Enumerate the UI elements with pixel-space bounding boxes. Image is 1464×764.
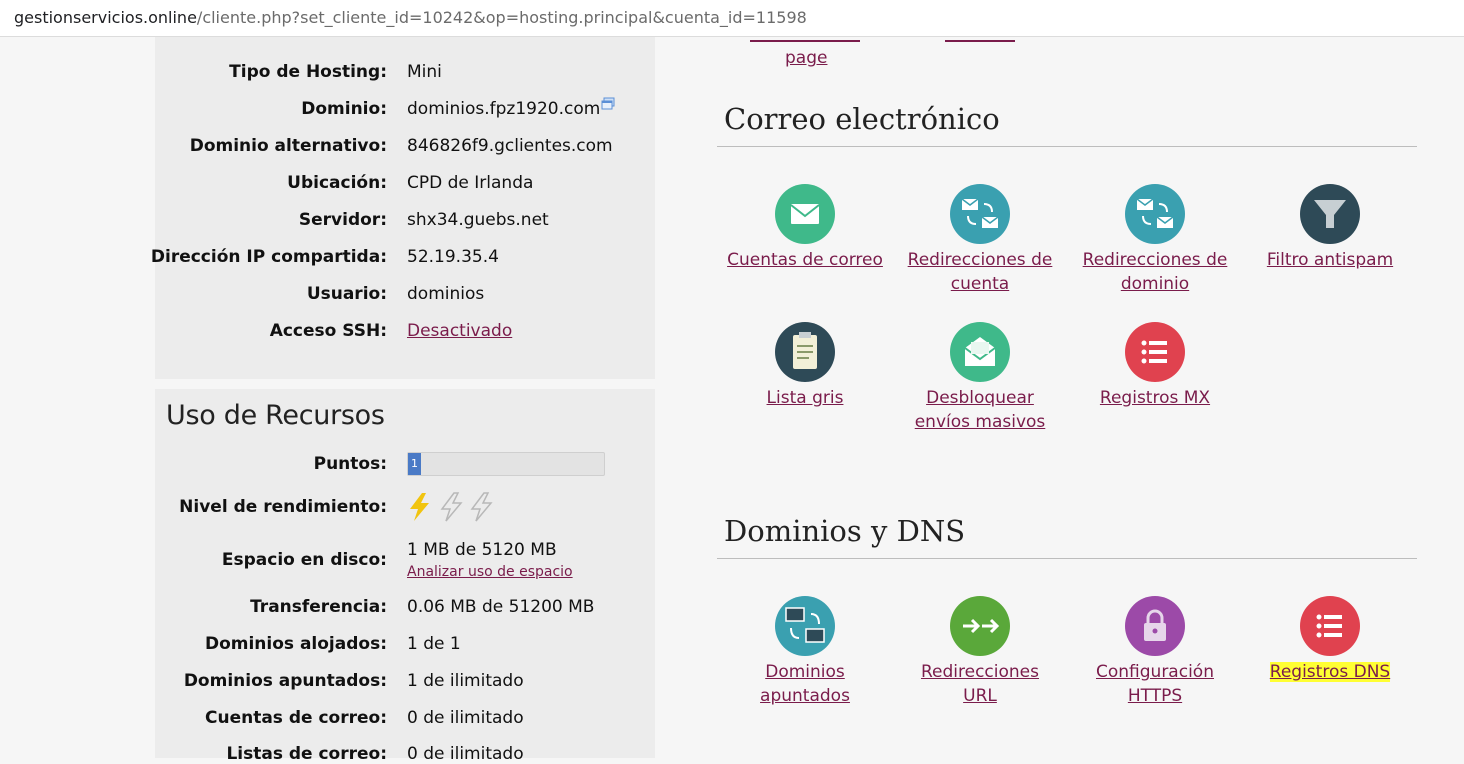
transfer-label: Transferencia: [250,597,387,617]
alt-domain-value: 846826f9.gclientes.com [407,136,613,156]
alt-domain-label: Dominio alternativo: [189,136,387,156]
hosting-type-value: Mini [407,62,442,82]
tile-label[interactable]: Cuentas de correo [720,248,890,272]
tile-label[interactable]: Redirecciones de [1070,248,1240,272]
url-host: gestionservicios.online [14,8,197,27]
mail-accounts-value: 0 de ilimitado [407,708,524,728]
tile-filtro-antispam[interactable]: Filtro antispam [1245,184,1415,272]
tile-label-line2[interactable]: apuntados [720,684,890,708]
mail-lists-value: 0 de ilimitado [407,744,524,764]
points-label: Puntos: [313,454,387,474]
tile-redirecciones-dominio[interactable]: Redirecciones de dominio [1070,184,1240,296]
server-value: shx34.guebs.net [407,210,549,230]
clipboard-icon [775,322,835,382]
list-icon [1125,322,1185,382]
email-section-title: Correo electrónico [724,102,1000,136]
hosted-domains-label: Dominios alojados: [204,634,387,654]
tile-redirecciones-url[interactable]: Redirecciones URL [895,596,1065,708]
cut-link-underline [945,40,1015,42]
points-progress-bar: 1 [407,452,605,476]
section-divider [155,379,655,389]
user-value: dominios [407,284,485,304]
tile-label[interactable]: Desbloquear [895,386,1065,410]
analyze-space-link[interactable]: Analizar uso de espacio [407,564,573,580]
page-link[interactable]: page [785,48,827,68]
tile-registros-dns[interactable]: Registros DNS [1245,596,1415,684]
pointed-domains-value: 1 de ilimitado [407,671,524,691]
tile-label-line2[interactable]: URL [895,684,1065,708]
dns-section-title: Dominios y DNS [724,514,966,548]
tile-label[interactable]: Filtro antispam [1245,248,1415,272]
tile-label[interactable]: Redirecciones [895,660,1065,684]
mail-accounts-label: Cuentas de correo: [205,708,387,728]
points-progress-fill: 1 [408,453,421,475]
tile-label-line2[interactable]: envíos masivos [895,410,1065,434]
tile-dominios-apuntados[interactable]: Dominios apuntados [720,596,890,708]
ssh-status-link[interactable]: Desactivado [407,321,512,341]
tile-configuracion-https[interactable]: Configuración HTTPS [1070,596,1240,708]
resources-title: Uso de Recursos [166,400,385,431]
dns-section-line [717,558,1417,559]
external-window-icon[interactable] [601,95,615,110]
lock-icon [1125,596,1185,656]
url-text[interactable]: gestionservicios.online/cliente.php?set_… [14,8,807,27]
disk-label: Espacio en disco: [221,550,387,570]
url-path: /cliente.php?set_cliente_id=10242&op=hos… [196,8,807,27]
list-icon [1300,596,1360,656]
highlighted-label[interactable]: Registros DNS [1269,662,1391,682]
domain-value-wrap: dominios.fpz1920.com [407,97,615,119]
tile-label[interactable]: Dominios [720,660,890,684]
mail-lists-label: Listas de correo: [226,744,387,764]
funnel-icon [1300,184,1360,244]
transfer-value: 0.06 MB de 51200 MB [407,597,595,617]
tile-label-line2[interactable]: dominio [1070,272,1240,296]
user-label: Usuario: [306,284,387,304]
envelope-icon [775,184,835,244]
pointed-domains-label: Dominios apuntados: [183,671,387,691]
open-envelope-icon [950,322,1010,382]
shared-ip-label: Dirección IP compartida: [150,247,387,267]
tile-label-line2[interactable]: cuenta [895,272,1065,296]
tile-registros-mx[interactable]: Registros MX [1070,322,1240,410]
tile-cuentas-correo[interactable]: Cuentas de correo [720,184,890,272]
tile-label[interactable]: Lista gris [720,386,890,410]
tile-label[interactable]: Configuración [1070,660,1240,684]
bolt-icon-inactive [470,492,493,522]
ssh-label: Acceso SSH: [269,321,387,341]
cut-link-underline [750,40,860,42]
bolt-icon-active [410,493,429,521]
domain-label: Dominio: [301,99,387,119]
arrows-icon [950,596,1010,656]
tile-desbloquear-envios[interactable]: Desbloquear envíos masivos [895,322,1065,434]
location-label: Ubicación: [287,173,387,193]
hosting-type-label: Tipo de Hosting: [229,62,387,82]
domain-value: dominios.fpz1920.com [407,99,601,119]
email-section-line [717,146,1417,147]
hosted-domains-value: 1 de 1 [407,634,461,654]
tile-label[interactable]: Registros MX [1070,386,1240,410]
tile-lista-gris[interactable]: Lista gris [720,322,890,410]
shared-ip-value: 52.19.35.4 [407,247,499,267]
server-label: Servidor: [298,210,387,230]
monitors-icon [775,596,835,656]
location-value: CPD de Irlanda [407,173,534,193]
tile-label-line2[interactable]: HTTPS [1070,684,1240,708]
mail-redirect-icon [1125,184,1185,244]
tile-redirecciones-cuenta[interactable]: Redirecciones de cuenta [895,184,1065,296]
performance-label: Nivel de rendimiento: [179,497,387,517]
mail-redirect-icon [950,184,1010,244]
tile-label[interactable]: Registros DNS [1245,660,1415,684]
address-bar[interactable]: gestionservicios.online/cliente.php?set_… [0,0,1464,37]
tile-label[interactable]: Redirecciones de [895,248,1065,272]
bolt-icon-inactive [440,492,463,522]
disk-value: 1 MB de 5120 MB [407,540,557,560]
